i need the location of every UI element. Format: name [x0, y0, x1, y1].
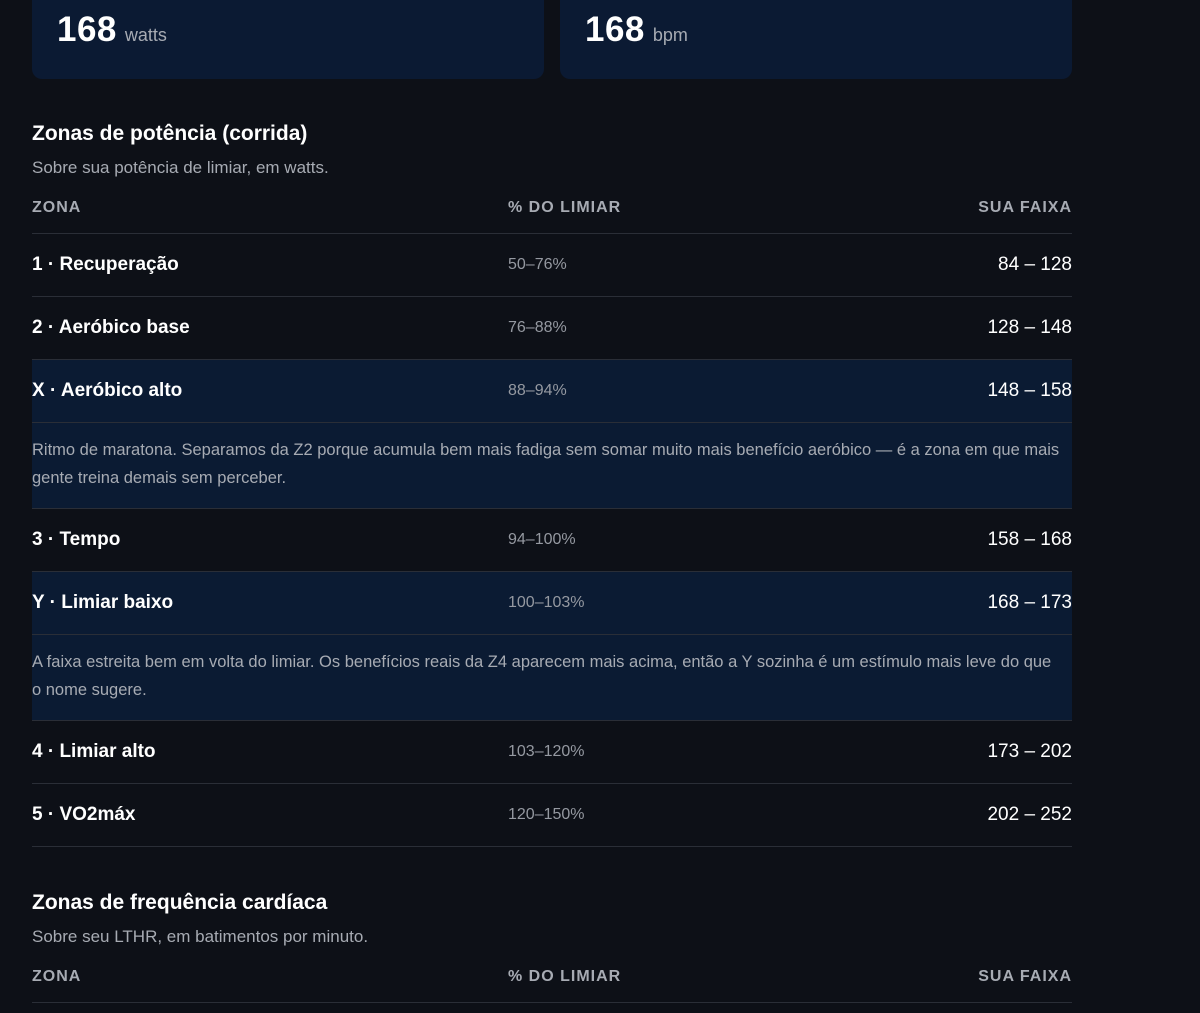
zone-row-3: 3 · Tempo 94–100% 158 – 168	[32, 509, 1072, 572]
zone-range: 173 – 202	[987, 741, 1072, 762]
zone-row-5: 5 · VO2máx 120–150% 202 – 252	[32, 784, 1072, 847]
header-pct: % DO LIMIAR	[508, 199, 622, 216]
header-zone: ZONA	[32, 968, 82, 985]
zone-name: 4 · Limiar alto	[32, 741, 156, 762]
zone-range: 148 – 158	[987, 380, 1072, 401]
zone-pct: 100–103%	[508, 594, 585, 611]
zone-pct: 76–88%	[508, 319, 567, 336]
page: 168 watts 168 bpm Zonas de potência (cor…	[0, 0, 1200, 1013]
zone-name: X · Aeróbico alto	[32, 380, 183, 401]
threshold-hr-unit: bpm	[652, 25, 688, 45]
threshold-hr-value: 168	[585, 10, 645, 49]
zone-name: 3 · Tempo	[32, 529, 121, 550]
stat-cards: 168 watts 168 bpm	[32, 0, 1072, 79]
threshold-hr-metric: 168 bpm	[585, 10, 688, 50]
zone-range: 84 – 128	[998, 254, 1072, 275]
zone-row-y: Y · Limiar baixo 100–103% 168 – 173	[32, 572, 1072, 635]
threshold-power-metric: 168 watts	[57, 10, 167, 50]
power-zones-section: Zonas de potência (corrida) Sobre sua po…	[32, 121, 1072, 847]
zone-pct: 94–100%	[508, 531, 576, 548]
header-zone: ZONA	[32, 199, 82, 216]
zone-x-note: Ritmo de maratona. Separamos da Z2 porqu…	[32, 423, 1072, 509]
zone-name: 2 · Aeróbico base	[32, 317, 190, 338]
zone-pct: 50–76%	[508, 256, 567, 273]
zone-row-x: X · Aeróbico alto 88–94% 148 – 158	[32, 360, 1072, 423]
hr-zones-subtitle: Sobre seu LTHR, em batimentos por minuto…	[32, 927, 369, 946]
zone-name: 1 · Recuperação	[32, 254, 179, 275]
zone-pct: 120–150%	[508, 806, 585, 823]
zone-row-4: 4 · Limiar alto 103–120% 173 – 202	[32, 721, 1072, 784]
header-pct: % DO LIMIAR	[508, 968, 622, 985]
zone-pct: 103–120%	[508, 743, 585, 760]
hr-zones-title: Zonas de frequência cardíaca	[32, 891, 328, 914]
threshold-power-unit: watts	[124, 25, 167, 45]
zone-range: 168 – 173	[987, 592, 1072, 613]
header-range: SUA FAIXA	[978, 968, 1072, 985]
zone-pct: 88–94%	[508, 382, 567, 399]
zone-range: 128 – 148	[987, 317, 1072, 338]
power-zones-title: Zonas de potência (corrida)	[32, 122, 308, 145]
zone-range: 158 – 168	[987, 529, 1072, 550]
zone-row-1: 1 · Recuperação 50–76% 84 – 128	[32, 234, 1072, 297]
hr-zones-section: Zonas de frequência cardíaca Sobre seu L…	[32, 890, 1072, 1003]
power-zones-subtitle: Sobre sua potência de limiar, em watts.	[32, 158, 329, 177]
power-table-header: ZONA % DO LIMIAR SUA FAIXA	[32, 183, 1072, 234]
zone-y-note: A faixa estreita bem em volta do limiar.…	[32, 635, 1072, 721]
threshold-power-value: 168	[57, 10, 117, 49]
zone-row-2: 2 · Aeróbico base 76–88% 128 – 148	[32, 297, 1072, 360]
threshold-power-card: 168 watts	[32, 0, 544, 79]
zone-range: 202 – 252	[987, 804, 1072, 825]
header-range: SUA FAIXA	[978, 199, 1072, 216]
threshold-hr-card: 168 bpm	[560, 0, 1072, 79]
hr-table-header: ZONA % DO LIMIAR SUA FAIXA	[32, 952, 1072, 1003]
zone-name: Y · Limiar baixo	[32, 592, 174, 613]
zone-name: 5 · VO2máx	[32, 804, 136, 825]
